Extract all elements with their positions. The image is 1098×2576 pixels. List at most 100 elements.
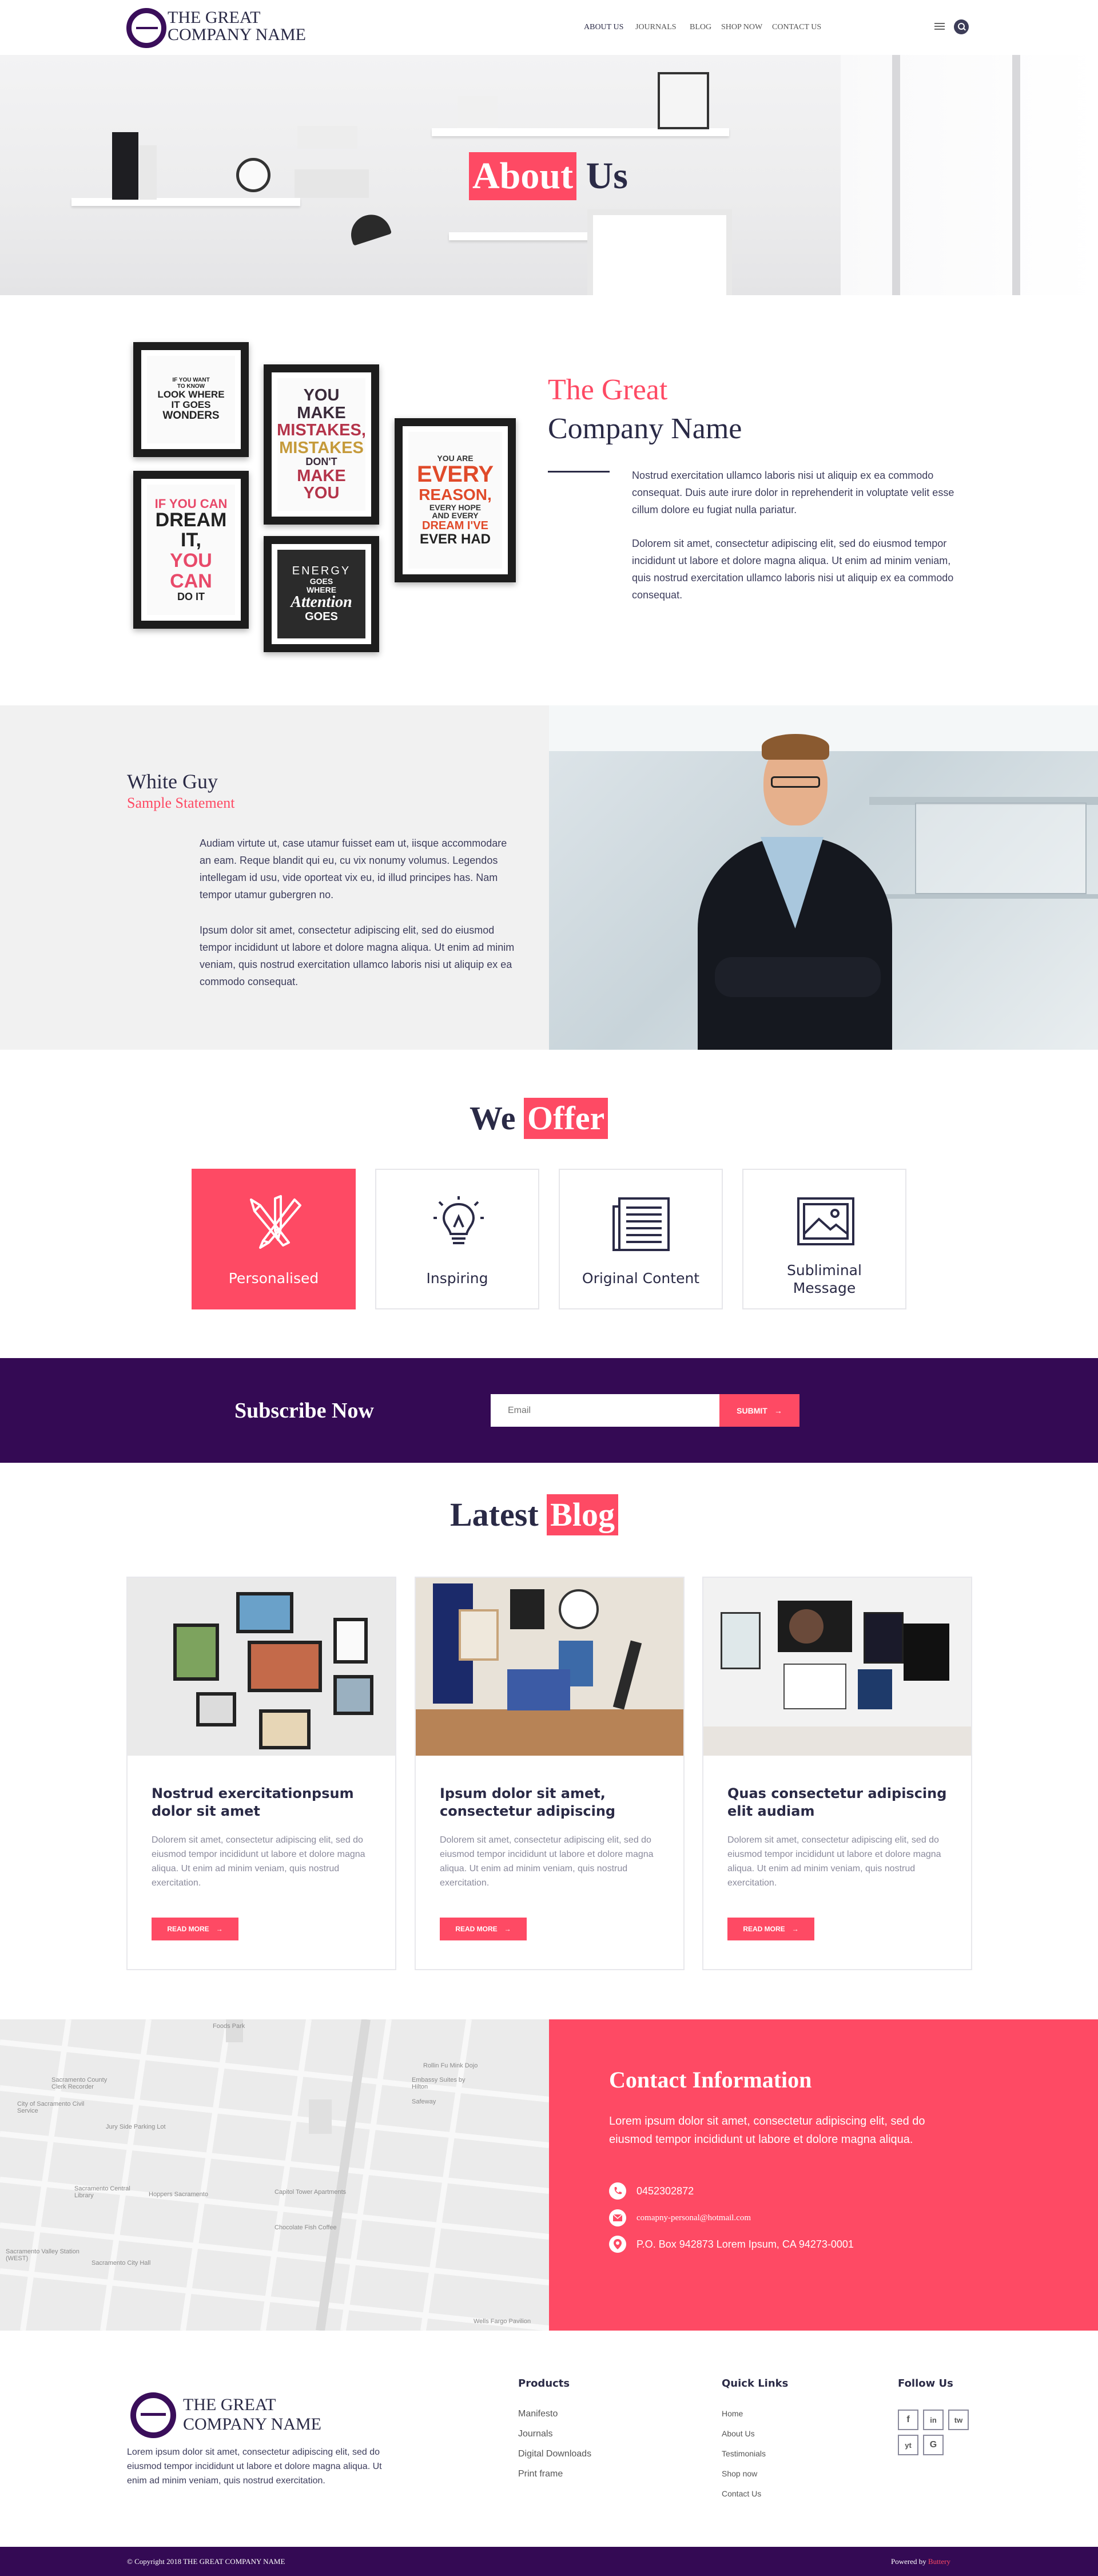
offer-label: Original Content (582, 1270, 700, 1287)
poster-frame: YOU ARE EVERY REASON, EVERY HOPE AND EVERY DR… (395, 418, 516, 582)
read-more-button[interactable]: READ MORE → (440, 1918, 527, 1940)
blog-card[interactable]: Ipsum dolor sit amet, consectetur adipis… (415, 1577, 685, 1970)
person-paragraph: Audiam virtute ut, case utamur fuisset e… (200, 838, 507, 900)
footer-link-testimonials[interactable]: Testimonials (722, 2449, 766, 2458)
footer-link-journals[interactable]: Journals (518, 2429, 552, 2439)
poster-text: YOU MAKE MISTAKES, MISTAKES DON'T MAKE YOU (277, 378, 366, 511)
arrow-right-icon: → (216, 1925, 223, 1933)
about-heading: Company Name (548, 412, 742, 445)
person-paragraph: Ipsum dolor sit amet, consectetur adipis… (200, 924, 515, 987)
poster-text: IF YOU WANT TO KNOW LOOK WHERE IT GOES WONDE… (147, 356, 235, 443)
document-icon (612, 1197, 670, 1251)
hero-banner: About Us (0, 55, 1098, 295)
location-pin-icon (609, 2236, 626, 2253)
copyright: © Copyright 2018 THE GREAT COMPANY NAME (127, 2557, 285, 2566)
box (297, 126, 357, 149)
poster-frame: YOU MAKE MISTAKES, MISTAKES DON'T MAKE YOU (264, 364, 379, 525)
logo[interactable]: THE GREAT COMPANY NAME (126, 7, 306, 48)
footer-link-digital-downloads[interactable]: Digital Downloads (518, 2449, 591, 2459)
window-background (841, 55, 1098, 295)
submit-label: SUBMIT (737, 1406, 767, 1415)
nav-shop-now[interactable]: SHOP NOW (721, 23, 762, 32)
page-title: About Us (469, 152, 628, 200)
glasses (771, 776, 820, 788)
nav-journals[interactable]: JOURNALS (635, 23, 677, 32)
about-paragraph: Dolorem sit amet, consectetur adipiscing… (632, 538, 954, 601)
poster-text: ENERGY GOES WHERE Attention GOES (277, 550, 365, 638)
about-heading-accent: The Great (548, 374, 668, 406)
poster-text: IF YOU CAN DREAM IT, YOU CAN DO IT (147, 485, 235, 615)
offer-card-personalised[interactable]: Personalised (192, 1169, 356, 1309)
google-icon[interactable]: G (923, 2435, 944, 2455)
monitor (587, 209, 732, 295)
logo-text: THE GREAT COMPANY NAME (168, 8, 306, 44)
linkedin-icon[interactable]: in (923, 2410, 944, 2430)
blog-image (128, 1578, 395, 1756)
footer-link-about-us[interactable]: About Us (722, 2429, 755, 2438)
desk-lamp (345, 209, 392, 246)
contact-address: P.O. Box 942873 Lorem Ipsum, CA 94273-00… (609, 2236, 854, 2253)
contact-title: Contact Information (609, 2067, 812, 2093)
offer-card-subliminal-message[interactable]: Subliminal Message (742, 1169, 906, 1309)
blog-excerpt: Dolorem sit amet, consectetur adipiscing… (152, 1835, 365, 1888)
person-photo (549, 705, 1098, 1050)
person-subtitle: Sample Statement (127, 795, 235, 811)
jar (458, 96, 498, 128)
blog-excerpt: Dolorem sit amet, consectetur adipiscing… (440, 1835, 654, 1888)
read-more-button[interactable]: READ MORE → (727, 1918, 814, 1940)
footer-link-home[interactable]: Home (722, 2409, 743, 2418)
about-paragraph: Nostrud exercitation ullamco laboris nis… (632, 470, 954, 515)
person-name: White Guy (127, 770, 218, 793)
nav-contact-us[interactable]: CONTACT US (772, 23, 821, 32)
shelf (432, 128, 729, 136)
footer-link-shop-now[interactable]: Shop now (722, 2469, 757, 2478)
blog-excerpt: Dolorem sit amet, consectetur adipiscing… (727, 1835, 941, 1888)
book-stack (295, 169, 369, 198)
offer-title: We Offer (470, 1098, 608, 1139)
blog-image (703, 1578, 971, 1756)
phone-icon (609, 2182, 626, 2200)
hair (762, 734, 829, 760)
footer-about: Lorem ipsum dolor sit amet, consectetur … (127, 2447, 382, 2486)
offer-card-original-content[interactable]: Original Content (559, 1169, 723, 1309)
footer-link-contact-us[interactable]: Contact Us (722, 2489, 761, 2498)
blog-card[interactable]: Quas consectetur adipiscing elit audiam … (702, 1577, 972, 1970)
contact-email[interactable]: comapny-personal@hotmail.com (609, 2209, 751, 2226)
hamburger-icon[interactable] (934, 23, 945, 31)
nav-about-us[interactable]: ABOUT US (584, 23, 623, 32)
twitter-icon[interactable]: tw (948, 2410, 969, 2430)
blog-post-title[interactable]: Quas consectetur adipiscing elit audiam (727, 1785, 956, 1820)
blog-title: Latest Blog (450, 1494, 618, 1535)
arrow-right-icon: → (774, 1406, 782, 1415)
binder (112, 132, 138, 200)
image-icon (797, 1197, 854, 1245)
search-icon[interactable] (954, 19, 969, 34)
contact-phone[interactable]: 0452302872 (609, 2182, 694, 2200)
submit-button[interactable]: SUBMIT → (719, 1394, 799, 1427)
site-header: THE GREAT COMPANY NAME ABOUT US JOURNALS… (0, 0, 1098, 55)
footer-quick-links-heading: Quick Links (722, 2377, 789, 2390)
blog-post-title[interactable]: Ipsum dolor sit amet, consectetur adipis… (440, 1785, 669, 1820)
picture-frame (658, 72, 709, 129)
offer-card-inspiring[interactable]: Inspiring (375, 1169, 539, 1309)
read-more-button[interactable]: READ MORE → (152, 1918, 238, 1940)
clock (236, 158, 270, 192)
arrow-right-icon: → (504, 1925, 511, 1933)
footer-logo-text[interactable]: THE GREAT COMPANY NAME (183, 2395, 321, 2434)
youtube-icon[interactable]: yt (898, 2435, 918, 2455)
facebook-icon[interactable]: f (898, 2410, 918, 2430)
email-field[interactable] (491, 1394, 719, 1427)
footer-link-manifesto[interactable]: Manifesto (518, 2409, 558, 2419)
divider (548, 471, 610, 473)
shelf (71, 198, 300, 206)
footer-link-print-frame[interactable]: Print frame (518, 2469, 563, 2479)
blog-card[interactable]: Nostrud exercitationpsum dolor sit amet … (126, 1577, 396, 1970)
powered-by-link[interactable]: Buttery (928, 2557, 950, 2566)
blog-post-title[interactable]: Nostrud exercitationpsum dolor sit amet (152, 1785, 380, 1820)
footer-products-heading: Products (518, 2377, 570, 2390)
offer-label: Inspiring (426, 1270, 488, 1287)
footer-logo-mark (130, 2392, 176, 2438)
poster-frame: IF YOU WANT TO KNOW LOOK WHERE IT GOES WONDE… (133, 342, 249, 457)
nav-blog[interactable]: BLOG (690, 23, 711, 32)
location-map[interactable]: Foods Park Sacramento County Clerk Recor… (0, 2019, 549, 2331)
